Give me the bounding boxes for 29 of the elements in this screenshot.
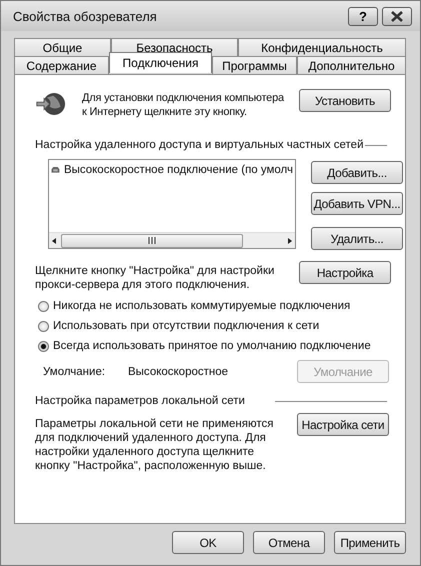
tab[interactable]: Содержание — [14, 56, 109, 74]
tab[interactable]: Общие — [14, 38, 111, 56]
dialog-button[interactable]: Отмена — [253, 531, 325, 554]
radio-label[interactable]: Всегда использовать принятое по умолчанию подключение — [53, 340, 371, 352]
setup-button[interactable]: Установить — [299, 89, 391, 112]
connection-button[interactable]: Добавить VPN... — [311, 192, 403, 215]
default-value: Высокоскоростное — [128, 366, 230, 378]
help-button[interactable]: ? — [348, 6, 378, 26]
tab[interactable]: Дополнительно — [297, 56, 406, 74]
dialog-button[interactable]: Применить — [334, 531, 406, 554]
tab[interactable]: Конфиденциальность — [238, 38, 406, 56]
section-heading: Настройка параметров локальной сети — [35, 395, 245, 407]
connection-button[interactable]: Удалить... — [311, 227, 403, 250]
tab[interactable]: Подключения — [109, 52, 212, 73]
settings-button[interactable]: Настройка — [299, 261, 391, 284]
connection-list[interactable]: Высокоскоростное подключение (по умолч — [48, 159, 296, 249]
default-label: Умолчание: — [43, 366, 106, 378]
proxy-text: Щелкните кнопку "Настройка" для настройки прокси-сервера для этого подключения. — [35, 264, 276, 292]
lan-settings-button[interactable]: Настройка сети — [297, 413, 389, 436]
tab[interactable]: Программы — [212, 56, 297, 74]
window-title: Свойства обозревателя — [13, 8, 157, 24]
lan-text: Параметры локальной сети не применяются для подключений удаленного доступа. Для настройки удаленного доступа щелкните кнопку "Настройка", расположенную выше. — [35, 417, 274, 473]
connection-button[interactable]: Добавить... — [311, 161, 403, 184]
radio-label[interactable]: Использовать при отсутствии подключения к сети — [53, 320, 320, 332]
connection-item[interactable]: Высокоскоростное подключение (по умолч — [64, 164, 293, 176]
radio-label[interactable]: Никогда не использовать коммутируемые подключения — [53, 300, 350, 312]
setup-text: Для установки подключения компьютера к Интернету щелкните эту кнопку. — [82, 91, 286, 119]
dialog-button[interactable]: OK — [172, 531, 244, 554]
section-heading: Настройка удаленного доступа и виртуальных частных сетей — [35, 139, 364, 151]
